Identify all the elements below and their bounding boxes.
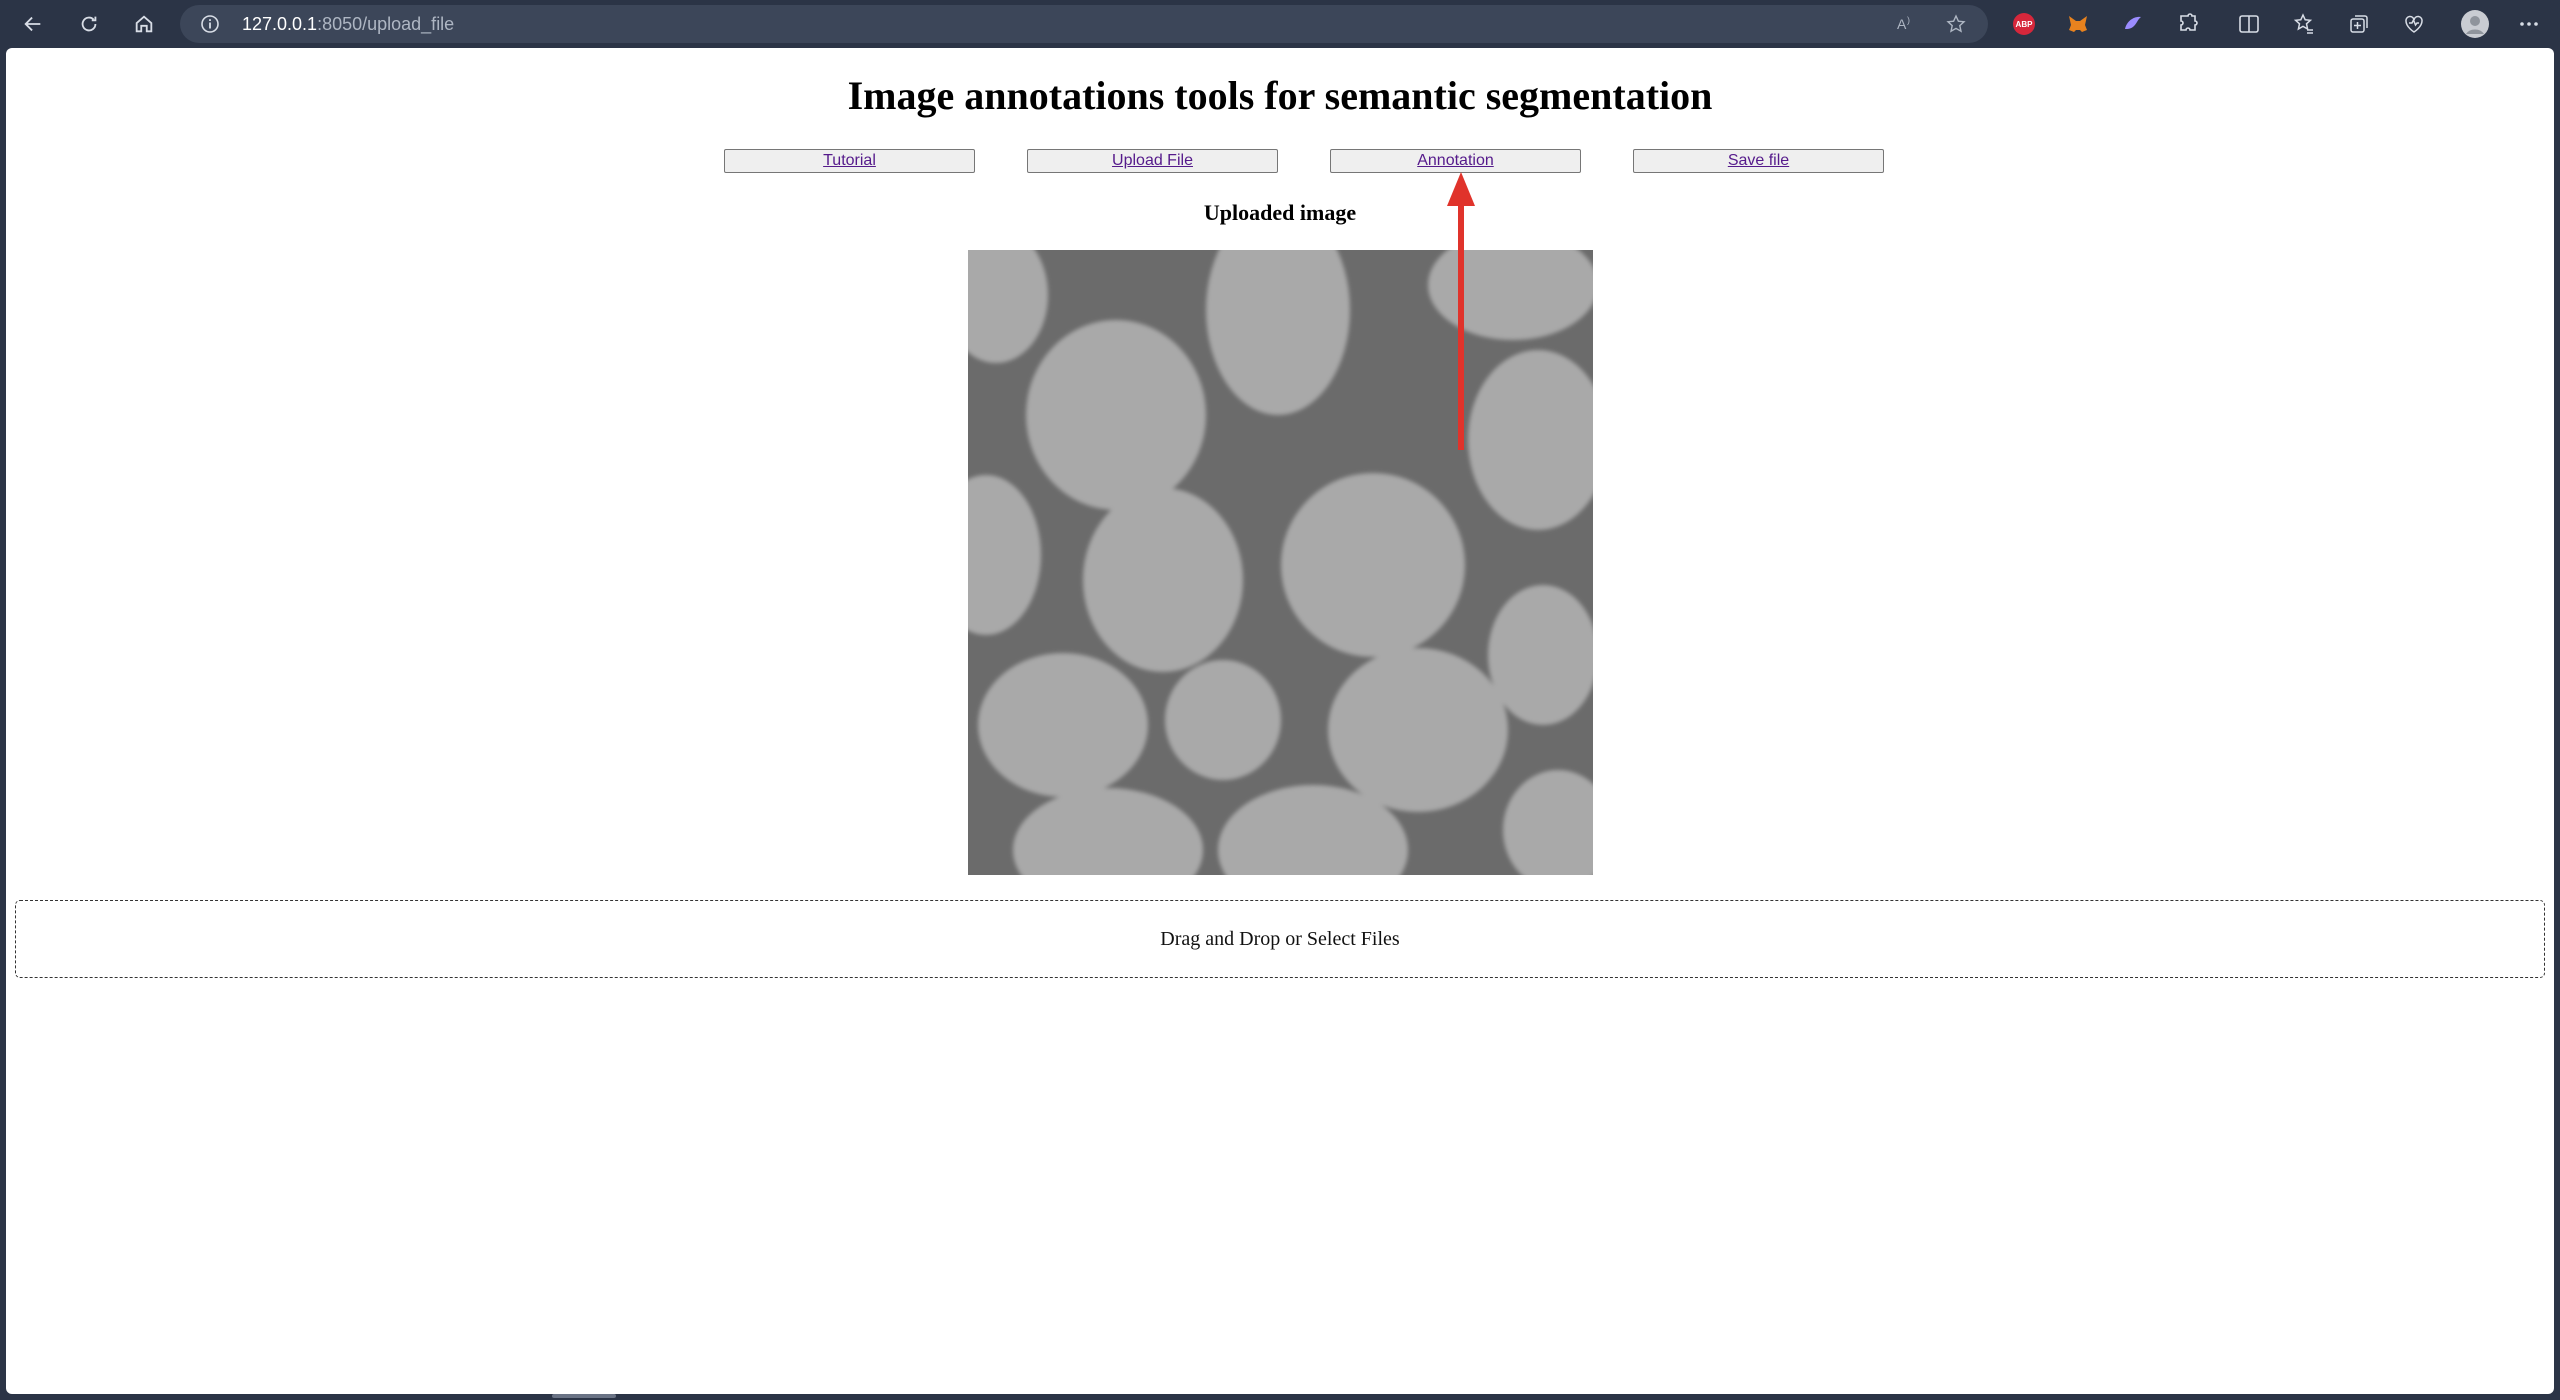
read-aloud-icon[interactable]: A ) (1896, 14, 1916, 34)
page-title: Image annotations tools for semantic seg… (847, 73, 1713, 118)
page-viewport: Image annotations tools for semantic seg… (6, 48, 2554, 1394)
favorite-star-icon[interactable] (1946, 14, 1966, 34)
extension-icon[interactable] (2121, 12, 2145, 36)
back-icon[interactable] (15, 6, 51, 42)
svg-text:A: A (1897, 16, 1907, 32)
address-text[interactable]: 127.0.0.1:8050/upload_file (242, 14, 454, 35)
save-file-button[interactable]: Save file (1633, 149, 1884, 173)
red-arrow-annotation (1447, 172, 1475, 450)
adblock-badge-text: ABP (2015, 19, 2033, 29)
file-dropzone[interactable]: Drag and Drop or Select Files (15, 900, 2545, 978)
tutorial-button[interactable]: Tutorial (724, 149, 975, 173)
uploaded-image (968, 250, 1593, 875)
puzzle-extensions-icon[interactable] (2176, 12, 2200, 36)
browser-toolbar: 127.0.0.1:8050/upload_file A ) ABP (0, 0, 2560, 48)
profile-avatar[interactable] (2461, 10, 2489, 38)
horizontal-scrollbar[interactable] (552, 1394, 616, 1398)
site-info-icon[interactable] (200, 14, 220, 34)
address-host: 127.0.0.1 (242, 14, 318, 34)
split-screen-icon[interactable] (2237, 12, 2261, 36)
favorites-icon[interactable] (2292, 12, 2316, 36)
metamask-icon[interactable] (2066, 12, 2090, 36)
address-path: :8050/upload_file (317, 14, 455, 34)
adblock-icon[interactable]: ABP (2013, 13, 2035, 35)
dropzone-label: Drag and Drop or Select Files (1160, 927, 1400, 950)
uploaded-image-heading: Uploaded image (1203, 200, 1357, 225)
performance-icon[interactable] (2402, 12, 2426, 36)
more-menu-icon[interactable] (2517, 12, 2541, 36)
svg-text:): ) (1907, 15, 1910, 25)
home-icon[interactable] (126, 6, 162, 42)
refresh-icon[interactable] (71, 6, 107, 42)
address-bar[interactable]: 127.0.0.1:8050/upload_file A ) (180, 5, 1988, 43)
upload-file-button[interactable]: Upload File (1027, 149, 1278, 173)
collections-icon[interactable] (2347, 12, 2371, 36)
